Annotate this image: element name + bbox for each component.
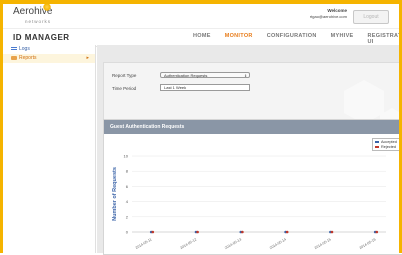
x-tick-label: 2014-05-14 xyxy=(269,237,287,250)
chart-panel: Guest Authentication Requests Accepted R… xyxy=(103,119,402,255)
point-rejected xyxy=(241,230,244,234)
header: Aerohive networks Welcome rtgao@aerohive… xyxy=(3,3,399,28)
chart-header: Guest Authentication Requests xyxy=(104,120,402,134)
aerohive-logo[interactable]: Aerohive networks xyxy=(13,3,52,27)
point-rejected xyxy=(196,230,199,234)
x-tick-label: 2014-05-11 xyxy=(135,237,153,250)
x-tick-label: 2014-05-15 xyxy=(314,237,332,250)
time-period-value: Last 1 Week xyxy=(164,85,187,90)
sidebar-item-label: Reports xyxy=(19,55,37,61)
point-rejected xyxy=(151,230,155,234)
y-tick-label: 10 xyxy=(124,154,129,159)
sidebar: Logs Reports ▸ xyxy=(3,45,96,253)
sidebar-item-reports[interactable]: Reports ▸ xyxy=(3,54,95,63)
y-tick-label: 4 xyxy=(126,199,129,204)
tab-myhive[interactable]: MYHIVE xyxy=(331,33,354,45)
y-tick-label: 0 xyxy=(126,230,129,235)
report-type-value: Authentication Requests xyxy=(164,73,208,78)
chevron-right-icon: ▸ xyxy=(86,55,89,61)
tab-monitor[interactable]: MONITOR xyxy=(225,33,253,45)
welcome-email: rtgao@aerohive.com xyxy=(309,14,347,19)
point-rejected xyxy=(285,230,289,234)
welcome-block: Welcome rtgao@aerohive.com xyxy=(310,8,347,20)
folder-icon xyxy=(11,55,17,60)
chart-title: Guest Authentication Requests xyxy=(110,124,185,130)
chart-plot: 0 2 4 6 8 10 Number of Requests 2014-05-11 2014-… xyxy=(112,154,386,250)
point-rejected xyxy=(330,230,334,234)
y-tick-label: 2 xyxy=(126,214,129,219)
logo-spark-icon xyxy=(43,3,51,11)
sidebar-item-logs[interactable]: Logs xyxy=(3,45,95,54)
logout-button[interactable]: Logout xyxy=(353,10,389,24)
point-rejected xyxy=(375,230,379,234)
y-tick-label: 6 xyxy=(126,184,129,189)
tab-home[interactable]: HOME xyxy=(193,33,211,45)
x-tick-label: 2014-05-13 xyxy=(224,237,242,250)
list-icon xyxy=(11,46,17,51)
welcome-label: Welcome xyxy=(327,8,347,13)
tab-configuration[interactable]: CONFIGURATION xyxy=(267,33,317,45)
sidebar-item-label: Logs xyxy=(19,46,30,52)
y-axis-label: Number of Requests xyxy=(112,167,118,221)
time-period-row: Time Period xyxy=(112,86,158,91)
left-accent-bar xyxy=(0,0,3,253)
select-arrows-icon: ⇕ xyxy=(244,74,247,78)
main-tabs: HOME MONITOR CONFIGURATION MYHIVE REGIST… xyxy=(193,33,402,45)
report-type-row: Report Type xyxy=(112,73,158,78)
page-title: ID MANAGER xyxy=(13,33,70,42)
report-type-label: Report Type xyxy=(112,73,137,78)
logo-subtext: networks xyxy=(25,19,52,24)
x-tick-label: 2014-05-12 xyxy=(179,237,197,250)
report-type-select[interactable]: Authentication Requests ⇕ xyxy=(160,72,250,78)
tab-registration-ui[interactable]: REGISTRATION UI xyxy=(368,33,402,45)
main-content: Report Type Authentication Requests ⇕ Ti… xyxy=(97,45,402,255)
y-tick-label: 8 xyxy=(126,169,129,174)
time-period-label: Time Period xyxy=(112,86,137,91)
x-tick-label: 2014-05-16 xyxy=(359,237,377,250)
time-period-field[interactable]: Last 1 Week xyxy=(160,84,250,91)
